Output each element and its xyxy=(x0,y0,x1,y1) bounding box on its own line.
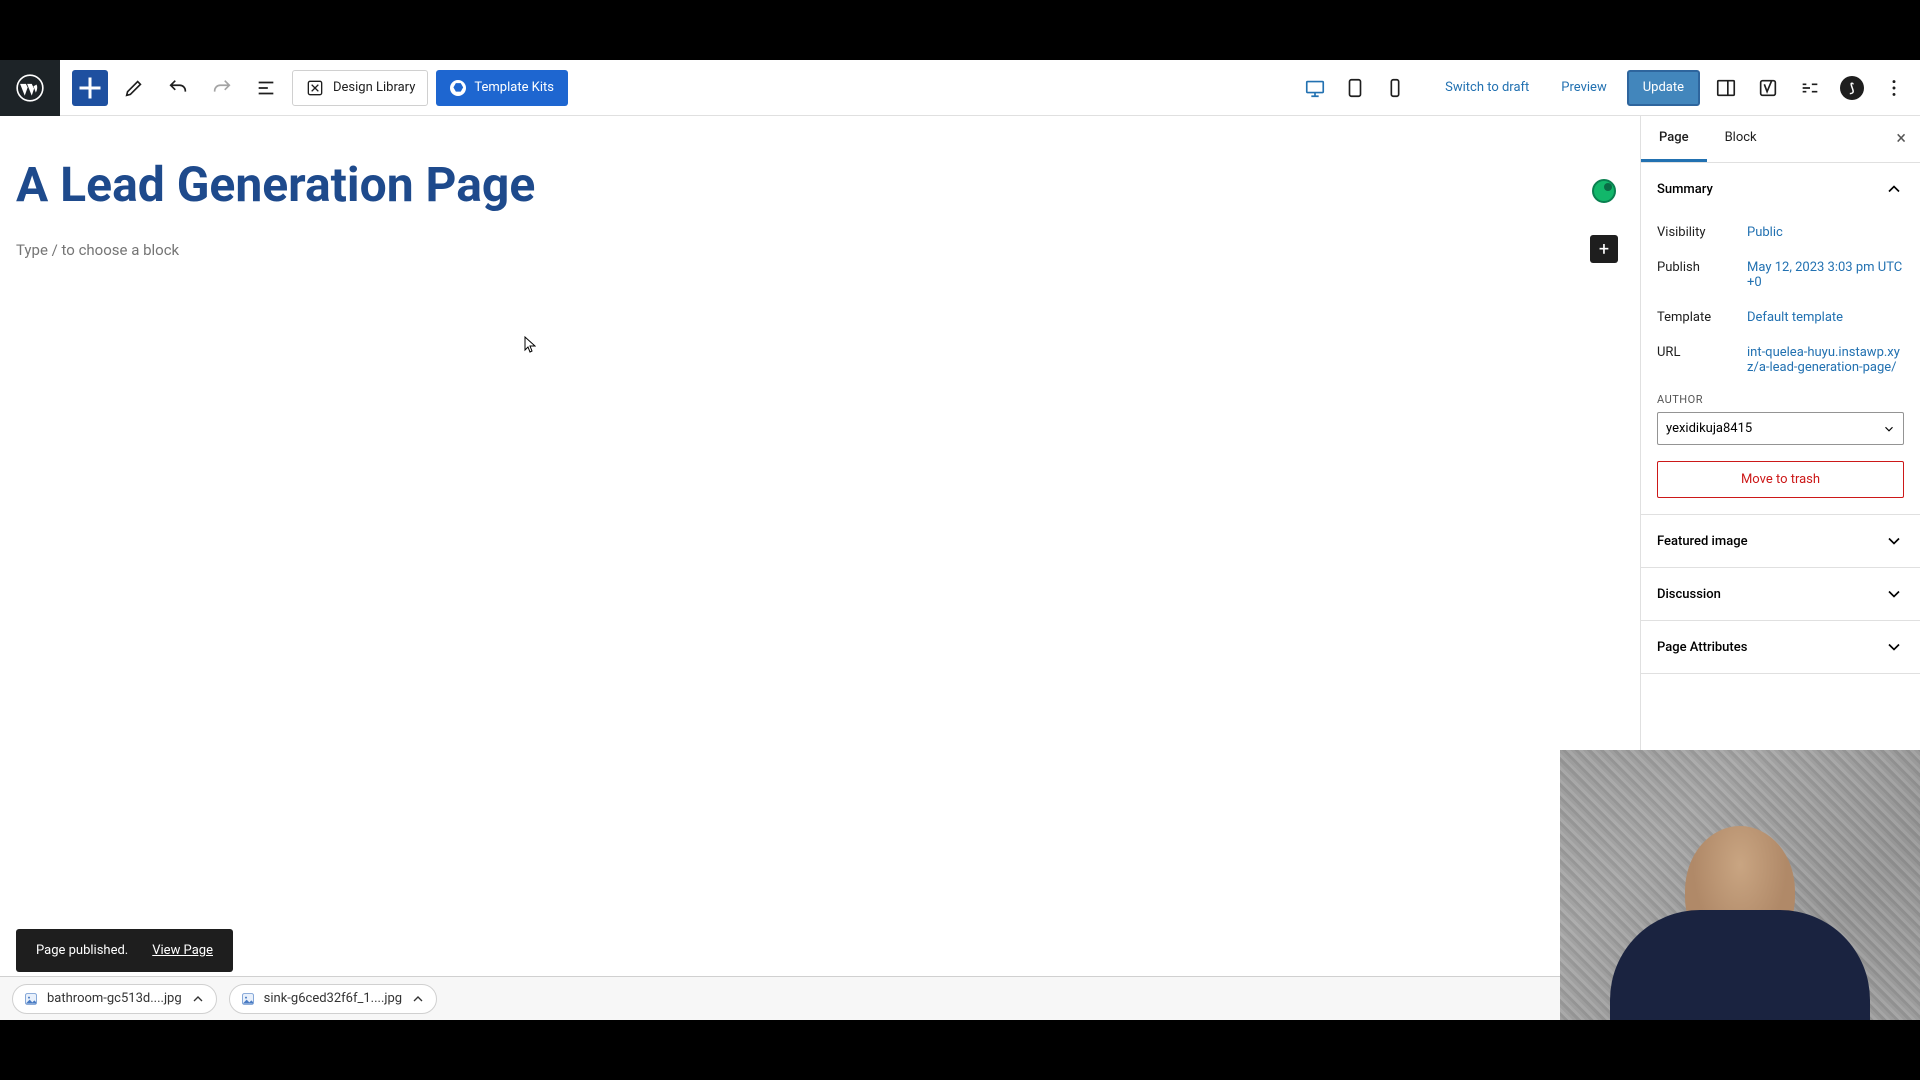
panel-featured-image-header[interactable]: Featured image xyxy=(1641,515,1920,567)
template-label: Template xyxy=(1657,310,1747,325)
preview-button[interactable]: Preview xyxy=(1549,72,1618,103)
chevron-down-icon xyxy=(1884,584,1904,604)
visibility-value[interactable]: Public xyxy=(1747,225,1783,240)
download-item-0[interactable]: bathroom-gc513d....jpg xyxy=(12,984,217,1014)
chevron-up-icon xyxy=(1884,179,1904,199)
panel-featured-image-title: Featured image xyxy=(1657,534,1748,549)
url-value[interactable]: int-quelea-huyu.instawp.xyz/a-lead-gener… xyxy=(1747,345,1900,375)
publish-label: Publish xyxy=(1657,260,1747,290)
inline-add-block-button[interactable]: + xyxy=(1590,235,1618,263)
tab-page[interactable]: Page xyxy=(1641,116,1707,162)
device-preview-group xyxy=(1297,70,1413,106)
move-to-trash-button[interactable]: Move to trash xyxy=(1657,461,1904,498)
publish-value[interactable]: May 12, 2023 3:03 pm UTC+0 xyxy=(1747,260,1902,290)
chevron-down-icon xyxy=(1884,531,1904,551)
editor-canvas[interactable]: A Lead Generation Page Type / to choose … xyxy=(0,116,1640,1020)
update-button[interactable]: Update xyxy=(1627,70,1700,106)
tab-block[interactable]: Block xyxy=(1707,116,1775,162)
panel-page-attributes-title: Page Attributes xyxy=(1657,640,1747,655)
panel-page-attributes-header[interactable]: Page Attributes xyxy=(1641,621,1920,673)
download-item-1[interactable]: sink-g6ced32f6f_1....jpg xyxy=(229,984,437,1014)
chevron-up-icon xyxy=(190,991,206,1007)
image-file-icon xyxy=(240,991,256,1007)
template-kits-label: Template Kits xyxy=(474,80,554,95)
close-sidebar-button[interactable]: × xyxy=(1882,116,1920,162)
author-label: AUTHOR xyxy=(1657,393,1904,406)
panel-discussion-header[interactable]: Discussion xyxy=(1641,568,1920,620)
visibility-label: Visibility xyxy=(1657,225,1747,240)
switch-to-draft-button[interactable]: Switch to draft xyxy=(1433,72,1541,103)
template-kits-button[interactable]: ⬣ Template Kits xyxy=(436,70,568,106)
block-placeholder-text: Type / to choose a block xyxy=(16,241,179,259)
toast-message: Page published. xyxy=(36,943,128,958)
panel-summary-title: Summary xyxy=(1657,182,1713,197)
toast-view-page-link[interactable]: View Page xyxy=(152,943,213,958)
cursor-icon xyxy=(524,336,536,354)
webcam-overlay xyxy=(1560,750,1920,1020)
author-select[interactable]: yexidikuja8415 xyxy=(1657,412,1904,445)
add-block-button[interactable] xyxy=(72,70,108,106)
template-value[interactable]: Default template xyxy=(1747,310,1843,325)
download-filename: bathroom-gc513d....jpg xyxy=(47,991,182,1006)
page-title[interactable]: A Lead Generation Page xyxy=(16,156,1624,213)
document-overview-button[interactable] xyxy=(248,70,284,106)
download-filename: sink-g6ced32f6f_1....jpg xyxy=(264,991,402,1006)
design-library-button[interactable]: Design Library xyxy=(292,70,428,106)
seo-score-badge-icon[interactable] xyxy=(1592,179,1616,203)
undo-button[interactable] xyxy=(160,70,196,106)
panel-summary-header[interactable]: Summary xyxy=(1641,163,1920,215)
tablet-preview-button[interactable] xyxy=(1337,70,1373,106)
publish-toast: Page published. View Page xyxy=(16,929,233,972)
url-label: URL xyxy=(1657,345,1747,375)
image-file-icon xyxy=(23,991,39,1007)
template-kits-icon: ⬣ xyxy=(450,80,466,96)
mobile-preview-button[interactable] xyxy=(1377,70,1413,106)
kadence-button[interactable] xyxy=(1792,70,1828,106)
panel-summary: Summary Visibility Public Publish May 12… xyxy=(1641,163,1920,515)
plugin-icon-button[interactable]: ⟆ xyxy=(1834,70,1870,106)
options-menu-button[interactable] xyxy=(1876,70,1912,106)
settings-sidebar-toggle[interactable] xyxy=(1708,70,1744,106)
plugin-circle-icon: ⟆ xyxy=(1840,76,1864,100)
redo-button[interactable] xyxy=(204,70,240,106)
chevron-up-icon xyxy=(410,991,426,1007)
design-library-label: Design Library xyxy=(333,80,415,95)
yoast-button[interactable] xyxy=(1750,70,1786,106)
top-toolbar: Design Library ⬣ Template Kits Switch to… xyxy=(0,60,1920,116)
edit-tool-button[interactable] xyxy=(116,70,152,106)
panel-discussion-title: Discussion xyxy=(1657,587,1721,602)
block-placeholder[interactable]: Type / to choose a block + xyxy=(16,241,1624,259)
sidebar-tabs: Page Block × xyxy=(1641,116,1920,163)
chevron-down-icon xyxy=(1884,637,1904,657)
wordpress-logo[interactable] xyxy=(0,60,60,116)
desktop-preview-button[interactable] xyxy=(1297,70,1333,106)
